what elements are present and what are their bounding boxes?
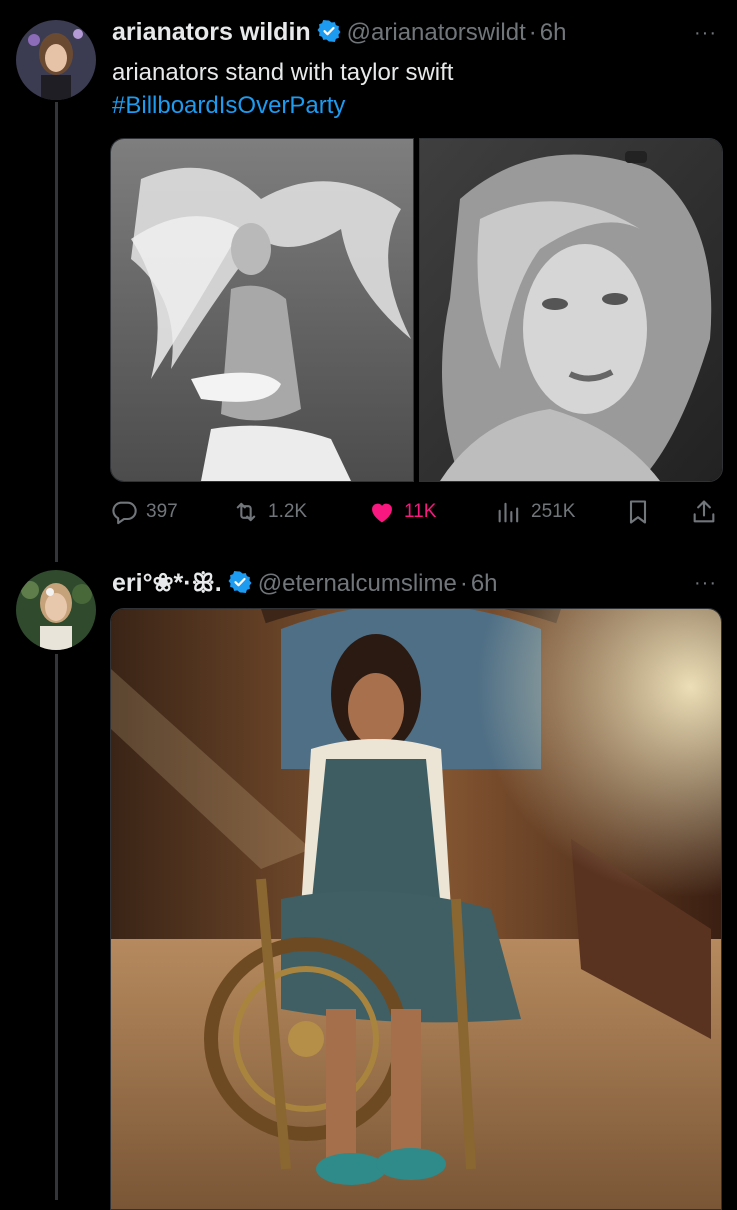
like-button[interactable]: 11K xyxy=(368,498,436,526)
share-icon xyxy=(693,500,715,523)
thread-line xyxy=(55,102,58,562)
tweet-text: arianators stand with taylor swift #Bill… xyxy=(112,56,453,122)
tweet-header: arianators wildin @arianatorswildt · 6h xyxy=(112,18,566,47)
media-image-left[interactable] xyxy=(110,138,414,482)
media-image-right[interactable] xyxy=(419,138,723,482)
hashtag-link[interactable]: #BillboardIsOverParty xyxy=(112,89,453,122)
views-count: 251K xyxy=(531,501,576,522)
like-count: 11K xyxy=(404,501,437,522)
timestamp[interactable]: 6h xyxy=(540,19,567,46)
retweet-icon xyxy=(236,502,256,522)
display-name[interactable]: eri°❀*·ꕥ. xyxy=(112,569,222,597)
display-name[interactable]: arianators wildin xyxy=(112,18,311,46)
avatar-eri[interactable] xyxy=(16,570,96,650)
more-icon[interactable]: ··· xyxy=(694,22,717,45)
media-image[interactable] xyxy=(110,608,722,1210)
verified-badge-icon xyxy=(317,19,341,43)
verified-badge-icon xyxy=(228,570,252,594)
bookmark-button[interactable] xyxy=(624,498,652,526)
handle[interactable]: @arianatorswildt xyxy=(347,19,526,46)
share-button[interactable] xyxy=(690,498,718,526)
tweet-text-line: arianators stand with taylor swift xyxy=(112,59,454,86)
retweet-count: 1.2K xyxy=(268,501,308,522)
bookmark-icon xyxy=(629,500,647,524)
tweet-header: eri°❀*·ꕥ. @eternalcumslime · 6h xyxy=(112,568,498,598)
separator-dot: · xyxy=(459,570,468,597)
handle[interactable]: @eternalcumslime xyxy=(258,570,457,597)
retweet-button[interactable]: 1.2K xyxy=(232,498,307,526)
views-button[interactable]: 251K xyxy=(495,498,575,526)
separator-dot: · xyxy=(528,19,537,46)
reply-button[interactable]: 397 xyxy=(110,498,178,526)
thread-line xyxy=(55,654,58,1200)
more-icon[interactable]: ··· xyxy=(694,572,717,595)
avatar-arianators-wildin[interactable] xyxy=(16,20,96,100)
views-icon xyxy=(498,502,519,523)
reply-icon xyxy=(112,501,137,525)
timestamp[interactable]: 6h xyxy=(471,570,498,597)
heart-icon xyxy=(372,503,392,523)
reply-count: 397 xyxy=(146,501,178,522)
